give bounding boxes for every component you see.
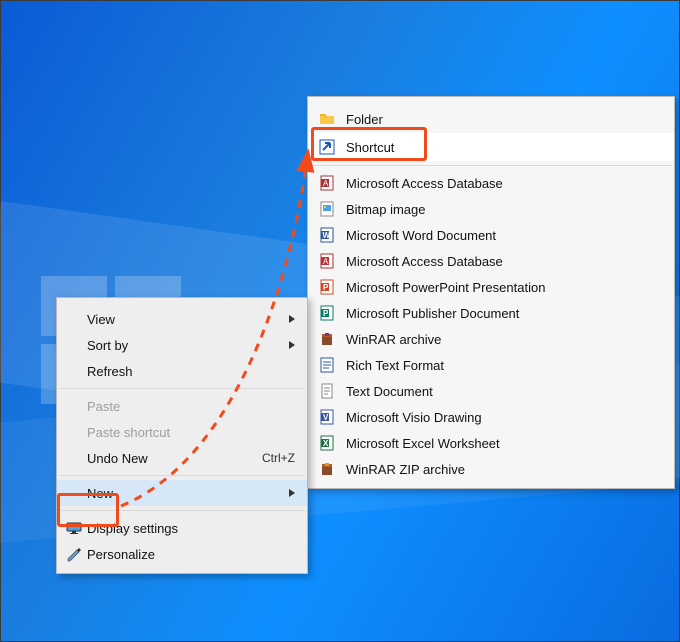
menu-item-paste-shortcut: Paste shortcut	[57, 419, 307, 445]
menu-item-label: Paste	[87, 399, 295, 414]
display-settings-icon	[65, 519, 83, 537]
menu-item-refresh[interactable]: Refresh	[57, 358, 307, 384]
svg-text:A: A	[323, 179, 329, 188]
menu-item-paste: Paste	[57, 393, 307, 419]
menu-item-accelerator: Ctrl+Z	[262, 451, 295, 465]
submenu-item-label: Microsoft Access Database	[346, 176, 662, 191]
menu-separator	[310, 165, 672, 166]
menu-item-display-settings[interactable]: Display settings	[57, 515, 307, 541]
submenu-item-ppt[interactable]: P Microsoft PowerPoint Presentation	[308, 274, 674, 300]
context-submenu-new: Folder Shortcut A Microsoft Access Datab…	[307, 96, 675, 489]
submenu-item-label: Microsoft Access Database	[346, 254, 662, 269]
word-icon: W	[318, 226, 336, 244]
desktop-context-menu: View Sort by Refresh Paste Paste shortcu…	[56, 297, 308, 574]
excel-icon: X	[318, 434, 336, 452]
submenu-item-visio[interactable]: V Microsoft Visio Drawing	[308, 404, 674, 430]
menu-item-label: Personalize	[87, 547, 295, 562]
submenu-item-shortcut[interactable]: Shortcut	[308, 133, 674, 161]
submenu-item-label: Microsoft Publisher Document	[346, 306, 662, 321]
access-icon: A	[318, 252, 336, 270]
submenu-item-bitmap[interactable]: Bitmap image	[308, 196, 674, 222]
menu-item-label: Paste shortcut	[87, 425, 295, 440]
visio-icon: V	[318, 408, 336, 426]
submenu-item-rtf[interactable]: Rich Text Format	[308, 352, 674, 378]
winrar-icon	[318, 330, 336, 348]
submenu-item-label: Folder	[346, 112, 662, 127]
menu-item-label: New	[87, 486, 295, 501]
submenu-item-label: Microsoft PowerPoint Presentation	[346, 280, 662, 295]
menu-item-label: Sort by	[87, 338, 295, 353]
submenu-item-txt[interactable]: Text Document	[308, 378, 674, 404]
menu-item-sort-by[interactable]: Sort by	[57, 332, 307, 358]
svg-text:P: P	[323, 283, 329, 292]
chevron-right-icon	[289, 315, 295, 323]
submenu-item-label: Text Document	[346, 384, 662, 399]
chevron-right-icon	[289, 341, 295, 349]
winrar-zip-icon	[318, 460, 336, 478]
menu-item-label: Refresh	[87, 364, 295, 379]
submenu-item-folder[interactable]: Folder	[308, 105, 674, 133]
submenu-item-excel[interactable]: X Microsoft Excel Worksheet	[308, 430, 674, 456]
menu-item-label: Undo New	[87, 451, 262, 466]
menu-item-undo-new[interactable]: Undo New Ctrl+Z	[57, 445, 307, 471]
submenu-item-label: Rich Text Format	[346, 358, 662, 373]
submenu-item-label: WinRAR ZIP archive	[346, 462, 662, 477]
text-document-icon	[318, 382, 336, 400]
submenu-item-publisher[interactable]: P Microsoft Publisher Document	[308, 300, 674, 326]
svg-text:V: V	[323, 413, 329, 422]
submenu-item-access2[interactable]: A Microsoft Access Database	[308, 248, 674, 274]
menu-item-label: View	[87, 312, 295, 327]
submenu-item-label: Microsoft Excel Worksheet	[346, 436, 662, 451]
submenu-item-rar[interactable]: WinRAR archive	[308, 326, 674, 352]
rtf-icon	[318, 356, 336, 374]
publisher-icon: P	[318, 304, 336, 322]
svg-text:W: W	[323, 231, 331, 240]
bitmap-icon	[318, 200, 336, 218]
access-icon: A	[318, 174, 336, 192]
submenu-item-label: Microsoft Word Document	[346, 228, 662, 243]
personalize-icon	[65, 545, 83, 563]
menu-item-view[interactable]: View	[57, 306, 307, 332]
svg-text:A: A	[323, 257, 329, 266]
folder-icon	[318, 110, 336, 128]
menu-item-new[interactable]: New	[57, 480, 307, 506]
submenu-item-word[interactable]: W Microsoft Word Document	[308, 222, 674, 248]
menu-item-personalize[interactable]: Personalize	[57, 541, 307, 567]
menu-separator	[59, 510, 305, 511]
svg-text:P: P	[323, 309, 329, 318]
submenu-item-label: Bitmap image	[346, 202, 662, 217]
submenu-item-label: Microsoft Visio Drawing	[346, 410, 662, 425]
menu-separator	[59, 388, 305, 389]
chevron-right-icon	[289, 489, 295, 497]
shortcut-icon	[318, 138, 336, 156]
submenu-item-label: Shortcut	[346, 140, 662, 155]
menu-item-label: Display settings	[87, 521, 295, 536]
submenu-item-access[interactable]: A Microsoft Access Database	[308, 170, 674, 196]
submenu-item-zip[interactable]: WinRAR ZIP archive	[308, 456, 674, 482]
svg-text:X: X	[323, 439, 329, 448]
menu-separator	[59, 475, 305, 476]
submenu-item-label: WinRAR archive	[346, 332, 662, 347]
powerpoint-icon: P	[318, 278, 336, 296]
